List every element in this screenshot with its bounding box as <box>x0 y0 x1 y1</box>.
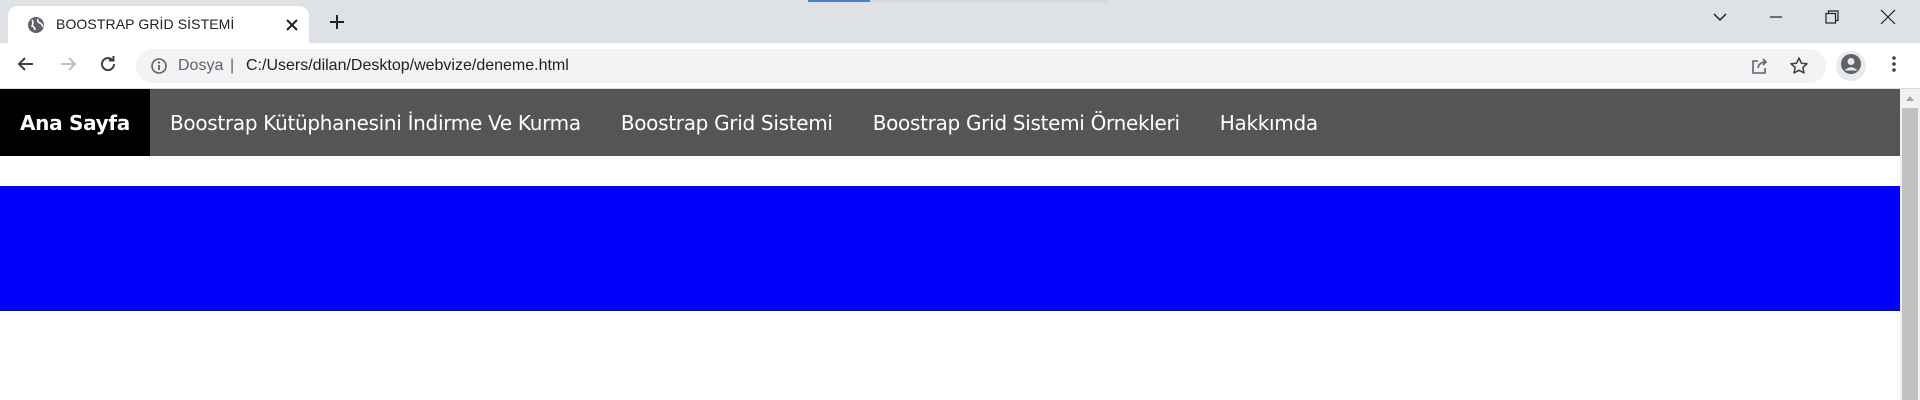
close-window-button[interactable] <box>1860 0 1916 38</box>
tab-strip-indicator <box>808 0 870 2</box>
bookmark-star-icon[interactable] <box>1789 56 1809 76</box>
restore-icon <box>1825 9 1839 29</box>
close-tab-icon[interactable] <box>282 15 302 35</box>
more-vert-icon <box>1891 54 1897 79</box>
nav-item-hakkimda[interactable]: Hakkımda <box>1200 89 1338 156</box>
nav-item-grid-ornekleri[interactable]: Boostrap Grid Sistemi Örnekleri <box>853 89 1200 156</box>
scroll-up-arrow-icon[interactable] <box>1900 89 1920 106</box>
back-button[interactable] <box>12 52 40 80</box>
nav-item-grid-sistemi[interactable]: Boostrap Grid Sistemi <box>601 89 853 156</box>
blue-banner <box>0 186 1900 311</box>
minimize-button[interactable] <box>1748 0 1804 38</box>
info-icon[interactable] <box>150 57 168 75</box>
profile-avatar-button[interactable] <box>1836 51 1866 81</box>
url-text[interactable]: C:/Users/dilan/Desktop/webvize/deneme.ht… <box>246 49 569 83</box>
nav-item-ana-sayfa[interactable]: Ana Sayfa <box>0 89 150 156</box>
nav-item-kutuphane-indirme[interactable]: Boostrap Kütüphanesini İndirme Ve Kurma <box>150 89 601 156</box>
restore-button[interactable] <box>1804 0 1860 38</box>
globe-icon <box>26 15 46 35</box>
share-icon[interactable] <box>1750 56 1770 76</box>
address-separator: | <box>230 57 235 74</box>
chevron-down-icon <box>1711 8 1729 31</box>
tab-strip: BOOSTRAP GRİD SİSTEMİ <box>0 0 1920 43</box>
minimize-icon <box>1769 10 1783 29</box>
browser-toolbar: Dosya | C:/Users/dilan/Desktop/webvize/d… <box>0 43 1920 89</box>
tab-search-button[interactable] <box>1692 0 1748 38</box>
arrow-left-icon <box>16 54 36 79</box>
plus-icon[interactable] <box>325 10 349 34</box>
security-label: Dosya <box>178 57 224 74</box>
reload-icon <box>98 54 118 79</box>
close-icon <box>1880 9 1896 30</box>
site-navbar: Ana Sayfa Boostrap Kütüphanesini İndirme… <box>0 89 1900 156</box>
tab-strip-indicator-track <box>870 0 1108 2</box>
reload-button[interactable] <box>94 52 122 80</box>
page-viewport: Ana Sayfa Boostrap Kütüphanesini İndirme… <box>0 89 1920 400</box>
scrollbar-thumb[interactable] <box>1902 108 1918 400</box>
forward-button[interactable] <box>54 52 82 80</box>
avatar-icon <box>1840 53 1862 80</box>
browser-tab[interactable]: BOOSTRAP GRİD SİSTEMİ <box>8 6 309 43</box>
browser-menu-button[interactable] <box>1880 52 1908 80</box>
vertical-scrollbar[interactable] <box>1900 89 1920 400</box>
arrow-right-icon <box>58 54 78 79</box>
tab-title: BOOSTRAP GRİD SİSTEMİ <box>56 16 235 32</box>
address-bar[interactable]: Dosya | C:/Users/dilan/Desktop/webvize/d… <box>136 49 1826 83</box>
